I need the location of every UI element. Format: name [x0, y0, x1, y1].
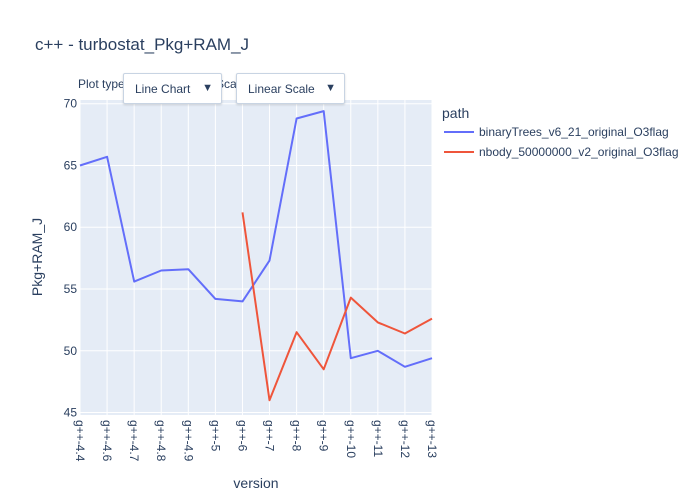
x-tick-label: g++-9: [317, 420, 331, 452]
x-tick-labels: g++-4.4 g++-4.6 g++-4.7 g++-4.8 g++-4.9 g++-5…: [73, 420, 439, 462]
x-tick-label: g++-6: [235, 420, 249, 452]
scale-dropdown-value: Linear Scale: [248, 81, 315, 96]
y-tick-label: 50: [64, 344, 78, 358]
y-axis-title: Pkg+RAM_J: [29, 218, 45, 296]
y-tick-label: 60: [64, 220, 78, 234]
x-tick-label: g++-4.8: [154, 420, 168, 462]
plot-type-label: Plot type:: [78, 77, 128, 91]
chart: c++ - turbostat_Pkg+RAM_J 45 50 55 60 65 70 g…: [29, 35, 679, 491]
x-tick-label: g++-8: [290, 420, 304, 452]
y-tick-labels: 45 50 55 60 65 70: [64, 97, 78, 420]
x-tick-label: g++-4.9: [181, 420, 195, 462]
legend-label: binaryTrees_v6_21_original_O3flag: [479, 125, 669, 139]
x-tick-label: g++-4.4: [73, 420, 87, 462]
y-tick-label: 55: [64, 282, 78, 296]
scale-dropdown[interactable]: Linear Scale ▼: [236, 73, 345, 104]
chart-type-dropdown-value: Line Chart: [135, 81, 191, 96]
y-tick-label: 45: [64, 406, 78, 420]
x-axis-title: version: [233, 475, 278, 491]
x-tick-label: g++-4.6: [100, 420, 114, 462]
plot-type-label-text: Plot type:: [78, 77, 129, 91]
x-tick-label: g++-12: [398, 420, 412, 458]
legend-item[interactable]: binaryTrees_v6_21_original_O3flag: [444, 125, 669, 139]
x-tick-label: g++-10: [344, 420, 358, 458]
y-tick-label: 70: [64, 97, 78, 111]
chevron-down-icon: ▼: [202, 82, 213, 94]
chart-title: c++ - turbostat_Pkg+RAM_J: [35, 35, 249, 54]
legend-label: nbody_50000000_v2_original_O3flag: [479, 145, 679, 159]
legend-title: path: [442, 105, 469, 121]
x-tick-label: g++-4.7: [127, 420, 141, 462]
plot-area: [80, 100, 432, 415]
y-tick-label: 65: [64, 158, 78, 172]
x-tick-label: g++-7: [263, 420, 277, 452]
chevron-down-icon: ▼: [325, 82, 336, 94]
x-tick-label: g++-13: [425, 420, 439, 458]
x-tick-label: g++-5: [208, 420, 222, 452]
legend[interactable]: binaryTrees_v6_21_original_O3flag nbody_5…: [444, 125, 679, 159]
chart-type-dropdown[interactable]: Line Chart ▼: [123, 73, 222, 104]
legend-item[interactable]: nbody_50000000_v2_original_O3flag: [444, 145, 679, 159]
x-tick-label: g++-11: [371, 420, 385, 457]
